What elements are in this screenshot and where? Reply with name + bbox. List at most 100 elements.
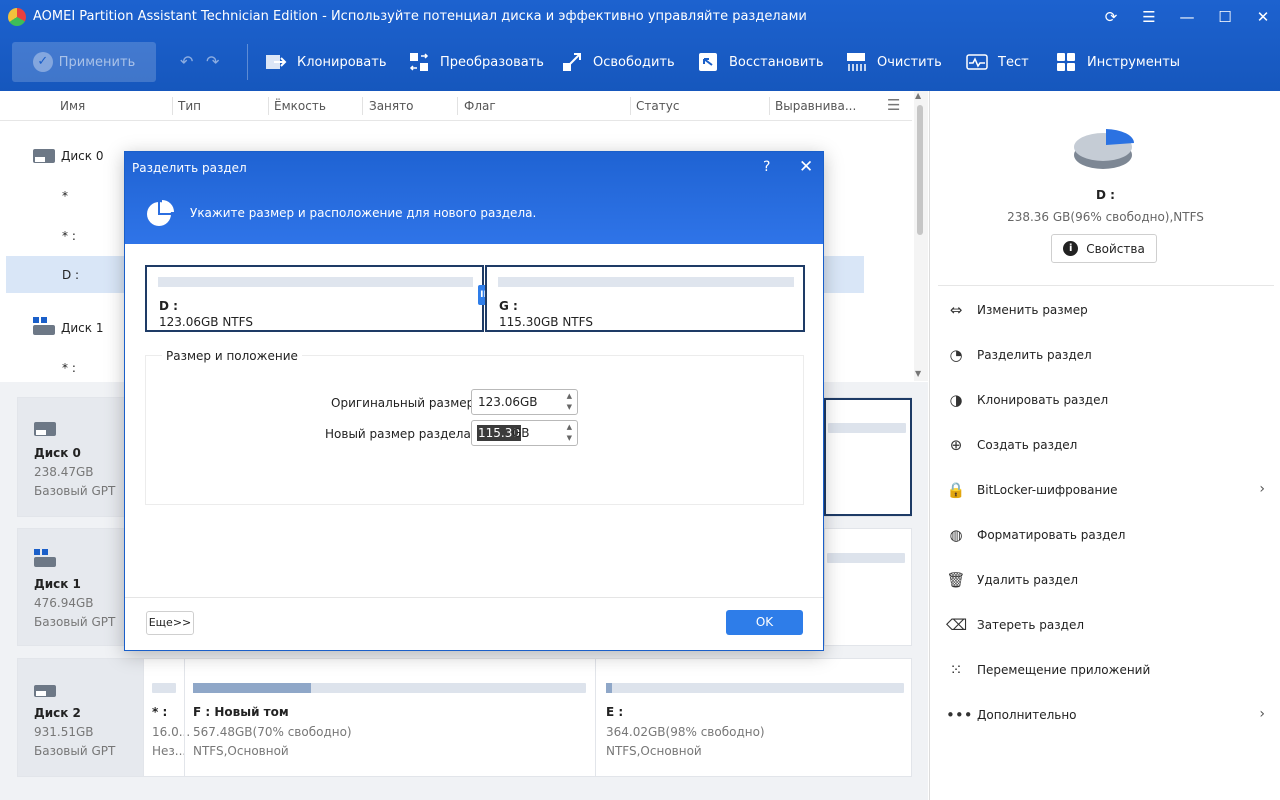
operation-item[interactable]: ⇔ Изменить размер: [930, 292, 1280, 328]
operation-item[interactable]: 🗑 Удалить раздел: [930, 562, 1280, 598]
tree-label: *: [62, 189, 68, 203]
col-name[interactable]: Имя: [60, 99, 85, 113]
partition-size: 115.30GB NTFS: [499, 315, 593, 329]
partition-fs: NTFS,Основной: [606, 744, 702, 758]
spin-up-icon[interactable]: ▲: [567, 423, 572, 431]
partition-selected[interactable]: [824, 398, 912, 516]
tools-button[interactable]: Инструменты: [1055, 50, 1180, 74]
undo-icon[interactable]: ↶: [180, 52, 193, 71]
scroll-down-icon[interactable]: ▼: [915, 369, 921, 378]
partition-usage: [193, 683, 311, 693]
spin-up-icon[interactable]: ▲: [567, 392, 572, 400]
ok-button[interactable]: OK: [726, 610, 803, 635]
operation-item[interactable]: ◔ Разделить раздел: [930, 337, 1280, 373]
original-size-field[interactable]: 123.06GB ▲ ▼: [471, 389, 578, 415]
apps-icon: ⁙: [949, 661, 963, 679]
partition[interactable]: F : Новый том 567.48GB(70% свободно) NTF…: [184, 659, 594, 776]
col-divider: [769, 97, 770, 115]
disk-card-2[interactable]: Диск 2 931.51GB Базовый GPT * : 16.0... …: [17, 658, 912, 777]
partition-fs: Нез...: [152, 744, 187, 758]
close-button[interactable]: ✕: [1251, 6, 1275, 28]
disk-name: Диск 1: [34, 577, 81, 591]
apply-label: Применить: [58, 54, 136, 70]
partition-name: D :: [159, 299, 178, 313]
col-type[interactable]: Тип: [178, 99, 201, 113]
redo-icon[interactable]: ↷: [206, 52, 219, 71]
new-size-unit: GB: [512, 426, 530, 440]
partition-box-left[interactable]: D : 123.06GB NTFS: [145, 265, 484, 332]
restore-button[interactable]: Восстановить: [697, 50, 824, 74]
disk-type: Базовый GPT: [34, 744, 116, 758]
apply-button[interactable]: ✓ Применить: [12, 42, 156, 82]
col-divider: [630, 97, 631, 115]
menu-icon[interactable]: ☰: [1137, 6, 1161, 28]
dialog-title: Разделить раздел: [132, 161, 247, 175]
properties-button[interactable]: i Свойства: [1051, 234, 1157, 263]
disk-name: Диск 2: [34, 706, 81, 720]
convert-button[interactable]: Преобразовать: [408, 50, 544, 74]
free-button[interactable]: Освободить: [561, 50, 675, 74]
more-icon: •••: [946, 706, 973, 724]
maximize-button[interactable]: ☐: [1213, 6, 1237, 28]
original-size-value: 123.06GB: [478, 395, 538, 409]
eraser-icon: ⌫: [946, 616, 968, 634]
spin-down-icon[interactable]: ▼: [567, 403, 572, 411]
ssd-disk-icon: [33, 149, 55, 163]
free-space-icon: [561, 51, 583, 73]
more-button[interactable]: Еще>>: [146, 611, 194, 635]
partition-bar: [152, 683, 176, 693]
partition-bar: [193, 683, 586, 693]
partition-name: * :: [152, 705, 168, 719]
operation-item[interactable]: ••• Дополнительно ›: [930, 697, 1280, 733]
dialog-subtitle: Укажите размер и расположение для нового…: [190, 206, 537, 220]
scroll-up-icon[interactable]: ▲: [915, 91, 921, 100]
info-icon: i: [1063, 241, 1079, 256]
tree-scrollbar[interactable]: ▲ ▼: [914, 91, 928, 381]
operation-item[interactable]: ◑ Клонировать раздел: [930, 382, 1280, 418]
clone-label: Клонировать: [297, 54, 387, 70]
app-logo-icon: [8, 8, 26, 26]
scrollbar-thumb[interactable]: [917, 105, 923, 235]
new-size-field[interactable]: 115.30 GB ▲ ▼: [471, 420, 578, 446]
partition-bar: [158, 277, 473, 287]
ssd-disk-icon: [34, 422, 56, 436]
group-title: Размер и положение: [162, 349, 302, 363]
minimize-button[interactable]: —: [1175, 6, 1199, 28]
clone-icon: [265, 51, 287, 73]
restore-label: Восстановить: [729, 54, 824, 70]
spin-down-icon[interactable]: ▼: [567, 434, 572, 442]
refresh-icon[interactable]: ⟳: [1099, 6, 1123, 28]
operation-item[interactable]: ⁙ Перемещение приложений: [930, 652, 1280, 688]
test-button[interactable]: Тест: [966, 50, 1029, 74]
partition-box-right[interactable]: G : 115.30GB NTFS: [485, 265, 805, 332]
operation-item[interactable]: 🔒 BitLocker-шифрование ›: [930, 472, 1280, 508]
trash-icon: 🗑: [946, 571, 966, 589]
operation-item[interactable]: ◍ Форматировать раздел: [930, 517, 1280, 553]
split-pie-icon: [147, 200, 174, 226]
size-position-group: Размер и положение Оригинальный размер 1…: [145, 349, 804, 505]
clean-button[interactable]: Очистить: [845, 50, 942, 74]
clone-button[interactable]: Клонировать: [265, 50, 387, 74]
col-status[interactable]: Статус: [636, 99, 679, 113]
divider: [125, 597, 823, 598]
toolbar: ✓ Применить ↶ ↷ Клонировать Преобразоват…: [0, 40, 1280, 84]
lock-icon: 🔒: [946, 481, 966, 499]
operation-item[interactable]: ⊕ Создать раздел: [930, 427, 1280, 463]
col-flag[interactable]: Флаг: [464, 99, 496, 113]
partition-bar: [828, 423, 906, 433]
col-capacity[interactable]: Ёмкость: [274, 99, 326, 113]
partition-bar: [827, 553, 905, 563]
col-alignment[interactable]: Выравнива...: [775, 99, 856, 113]
col-used[interactable]: Занято: [369, 99, 413, 113]
help-icon[interactable]: ?: [763, 159, 770, 175]
partition[interactable]: E : 364.02GB(98% свободно) NTFS,Основной: [595, 659, 912, 776]
partition[interactable]: [824, 529, 912, 645]
dialog-close-icon[interactable]: ✕: [799, 157, 813, 177]
partition[interactable]: * : 16.0... Нез...: [143, 659, 190, 776]
operation-item[interactable]: ⌫ Затереть раздел: [930, 607, 1280, 643]
window-title: AOMEI Partition Assistant Technician Edi…: [33, 9, 807, 24]
disk-size: 931.51GB: [34, 725, 94, 739]
columns-menu-icon[interactable]: ☰: [887, 96, 900, 114]
partition-name: G :: [499, 299, 518, 313]
tools-icon: [1055, 51, 1077, 73]
